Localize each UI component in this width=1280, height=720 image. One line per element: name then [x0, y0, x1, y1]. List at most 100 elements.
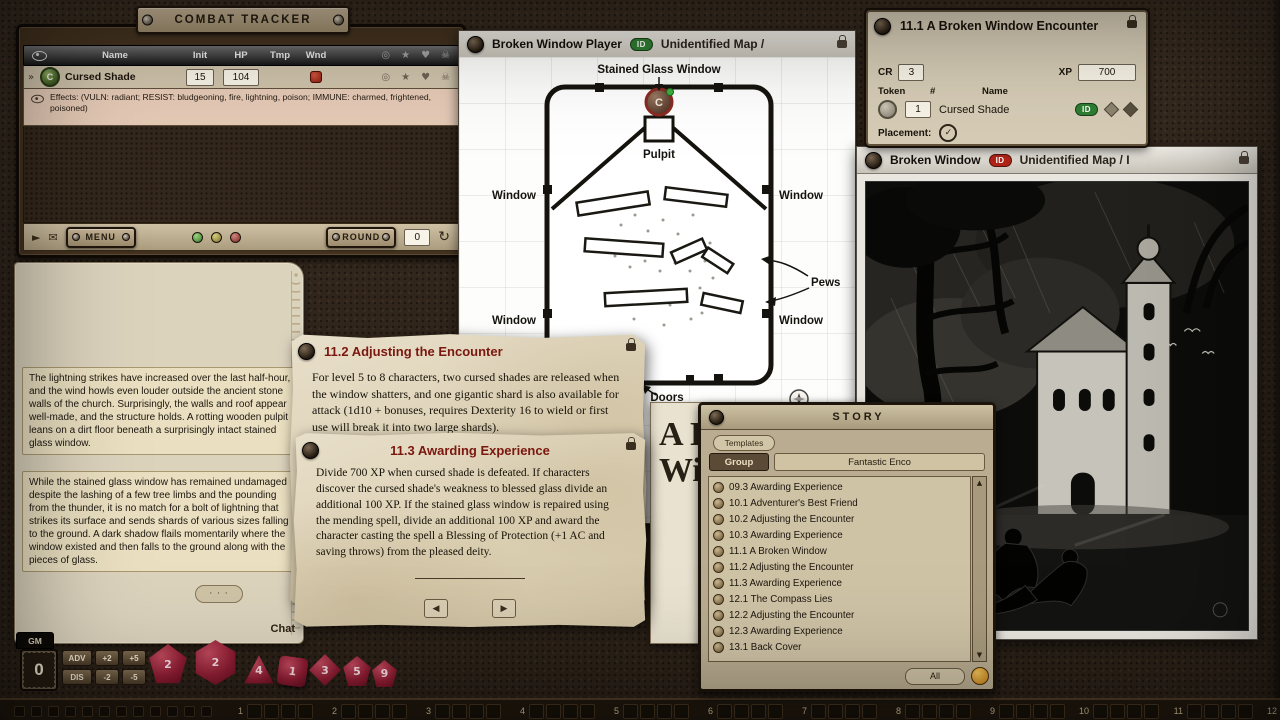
list-item[interactable]: 10.2 Adjusting the Encounter — [713, 511, 966, 527]
list-item[interactable]: 09.3 Awarding Experience — [713, 479, 966, 495]
hotkey-slot[interactable] — [580, 704, 595, 719]
radial-menu-icon[interactable] — [874, 18, 891, 35]
hotkey-slot[interactable] — [529, 704, 544, 719]
hotkey-slot[interactable] — [751, 704, 766, 719]
d10-die[interactable]: 5 — [342, 656, 372, 686]
hotkey-slot[interactable] — [768, 704, 783, 719]
visibility-icon[interactable] — [32, 51, 47, 61]
hotkey-slot[interactable] — [999, 704, 1014, 719]
neutral-gem-icon[interactable] — [211, 232, 222, 243]
new-entry-button[interactable] — [971, 667, 989, 685]
hotbar-tick[interactable] — [133, 706, 144, 717]
hotkey-slot[interactable] — [298, 704, 313, 719]
id-badge[interactable]: ID — [630, 38, 653, 51]
next-round-button[interactable]: ↻ — [438, 229, 450, 245]
d12-die[interactable]: 2 — [148, 644, 188, 684]
hotkey-slot[interactable] — [1127, 704, 1142, 719]
hotbar-tick[interactable] — [31, 706, 42, 717]
d4-die[interactable]: 4 — [243, 654, 275, 686]
chat-mode-button[interactable]: · · · — [195, 585, 243, 603]
hp-field[interactable]: 104 — [223, 69, 259, 86]
modifier-box[interactable]: 0 — [20, 649, 58, 691]
hotkey-slot[interactable] — [623, 704, 638, 719]
combat-tracker-title[interactable]: COMBAT TRACKER — [136, 6, 350, 34]
init-field[interactable]: 15 — [186, 69, 214, 86]
hotbar-tick[interactable] — [14, 706, 25, 717]
star-icon[interactable]: ★ — [401, 50, 410, 61]
cr-field[interactable]: 3 — [898, 64, 924, 81]
hotkey-slot[interactable] — [358, 704, 373, 719]
next-actor-button[interactable]: ► — [32, 231, 40, 244]
minus5-button[interactable]: -5 — [122, 669, 146, 685]
prev-page-button[interactable]: ◀ — [424, 599, 448, 618]
hotkey-slot[interactable] — [1238, 704, 1253, 719]
placement-check-icon[interactable]: ✓ — [939, 124, 957, 142]
expand-chevron-icon[interactable]: » — [28, 72, 40, 83]
hotkey-slot[interactable] — [939, 704, 954, 719]
hotkey-slot[interactable] — [281, 704, 296, 719]
hotkey-slot[interactable] — [375, 704, 390, 719]
radial-menu-icon[interactable] — [298, 343, 315, 360]
group-filter-field[interactable]: Fantastic Enco — [774, 453, 985, 471]
image-window-titlebar[interactable]: Broken Window ID Unidentified Map / I — [857, 147, 1257, 174]
radial-menu-icon[interactable] — [865, 152, 882, 169]
round-counter[interactable]: 0 — [404, 229, 430, 246]
skull-icon[interactable]: ☠ — [441, 50, 450, 61]
hotkey-slot[interactable] — [1033, 704, 1048, 719]
creature-token[interactable]: C — [40, 67, 60, 87]
radial-menu-icon[interactable] — [467, 36, 484, 53]
hotbar-tick[interactable] — [65, 706, 76, 717]
npc-count-field[interactable]: 1 — [905, 101, 931, 118]
hotkey-slot[interactable] — [247, 704, 262, 719]
hotkey-slot[interactable] — [435, 704, 450, 719]
encounter-npc-row[interactable]: 1 Cursed Shade ID — [878, 100, 1136, 119]
id-badge[interactable]: ID — [1075, 103, 1098, 116]
hotkey-slot[interactable] — [811, 704, 826, 719]
creature-name[interactable]: Cursed Shade — [65, 71, 180, 83]
hotkey-slot[interactable] — [392, 704, 407, 719]
hotbar-tick[interactable] — [184, 706, 195, 717]
menu-button[interactable]: MENU — [66, 227, 136, 248]
scrollbar[interactable]: ▲ ▼ — [972, 476, 987, 662]
heart-icon[interactable]: ♥ — [421, 50, 430, 61]
radial-menu-icon[interactable] — [709, 410, 724, 425]
hotkey-slot[interactable] — [1204, 704, 1219, 719]
hotkey-slot[interactable] — [674, 704, 689, 719]
plus2-button[interactable]: +2 — [95, 650, 119, 666]
hotkey-slot[interactable] — [734, 704, 749, 719]
hotbar-tick[interactable] — [48, 706, 59, 717]
d20-die[interactable]: 2 — [193, 640, 238, 685]
hotkey-slot[interactable] — [546, 704, 561, 719]
hotkey-slot[interactable] — [486, 704, 501, 719]
list-item[interactable]: 11.1 A Broken Window — [713, 543, 966, 559]
hotkey-slot[interactable] — [1144, 704, 1159, 719]
friendly-gem-icon[interactable] — [192, 232, 203, 243]
hotkey-slot[interactable] — [1187, 704, 1202, 719]
scroll-down-icon[interactable]: ▼ — [977, 651, 982, 659]
hotkey-slot[interactable] — [845, 704, 860, 719]
id-badge[interactable]: ID — [989, 154, 1012, 167]
gm-identity-tab[interactable]: GM — [16, 632, 54, 649]
npc-name[interactable]: Cursed Shade — [939, 104, 1009, 116]
hotkey-slot[interactable] — [657, 704, 672, 719]
minus2-button[interactable]: -2 — [95, 669, 119, 685]
hotkey-slot[interactable] — [1093, 704, 1108, 719]
list-item[interactable]: 13.1 Back Cover — [713, 639, 966, 655]
targeting-icon[interactable]: ◎ — [381, 72, 390, 83]
hotkey-slot[interactable] — [452, 704, 467, 719]
list-item[interactable]: 12.3 Awarding Experience — [713, 623, 966, 639]
hotkey-slot[interactable] — [563, 704, 578, 719]
hotkey-slot[interactable] — [640, 704, 655, 719]
hotkey-slot[interactable] — [1050, 704, 1065, 719]
xp-field[interactable]: 700 — [1078, 64, 1136, 81]
heart-icon[interactable]: ♥ — [421, 72, 430, 83]
hotkey-slot[interactable] — [469, 704, 484, 719]
star-icon[interactable]: ★ — [401, 72, 410, 83]
map-window-titlebar[interactable]: Broken Window Player ID Unidentified Map… — [459, 31, 855, 58]
list-item[interactable]: 11.3 Awarding Experience — [713, 575, 966, 591]
scroll-up-icon[interactable]: ▲ — [977, 479, 982, 487]
d6-die[interactable]: 1 — [276, 655, 309, 688]
hotkey-slot[interactable] — [1110, 704, 1125, 719]
dis-button[interactable]: DIS — [62, 669, 92, 685]
targeting-icon[interactable]: ◎ — [381, 50, 390, 61]
